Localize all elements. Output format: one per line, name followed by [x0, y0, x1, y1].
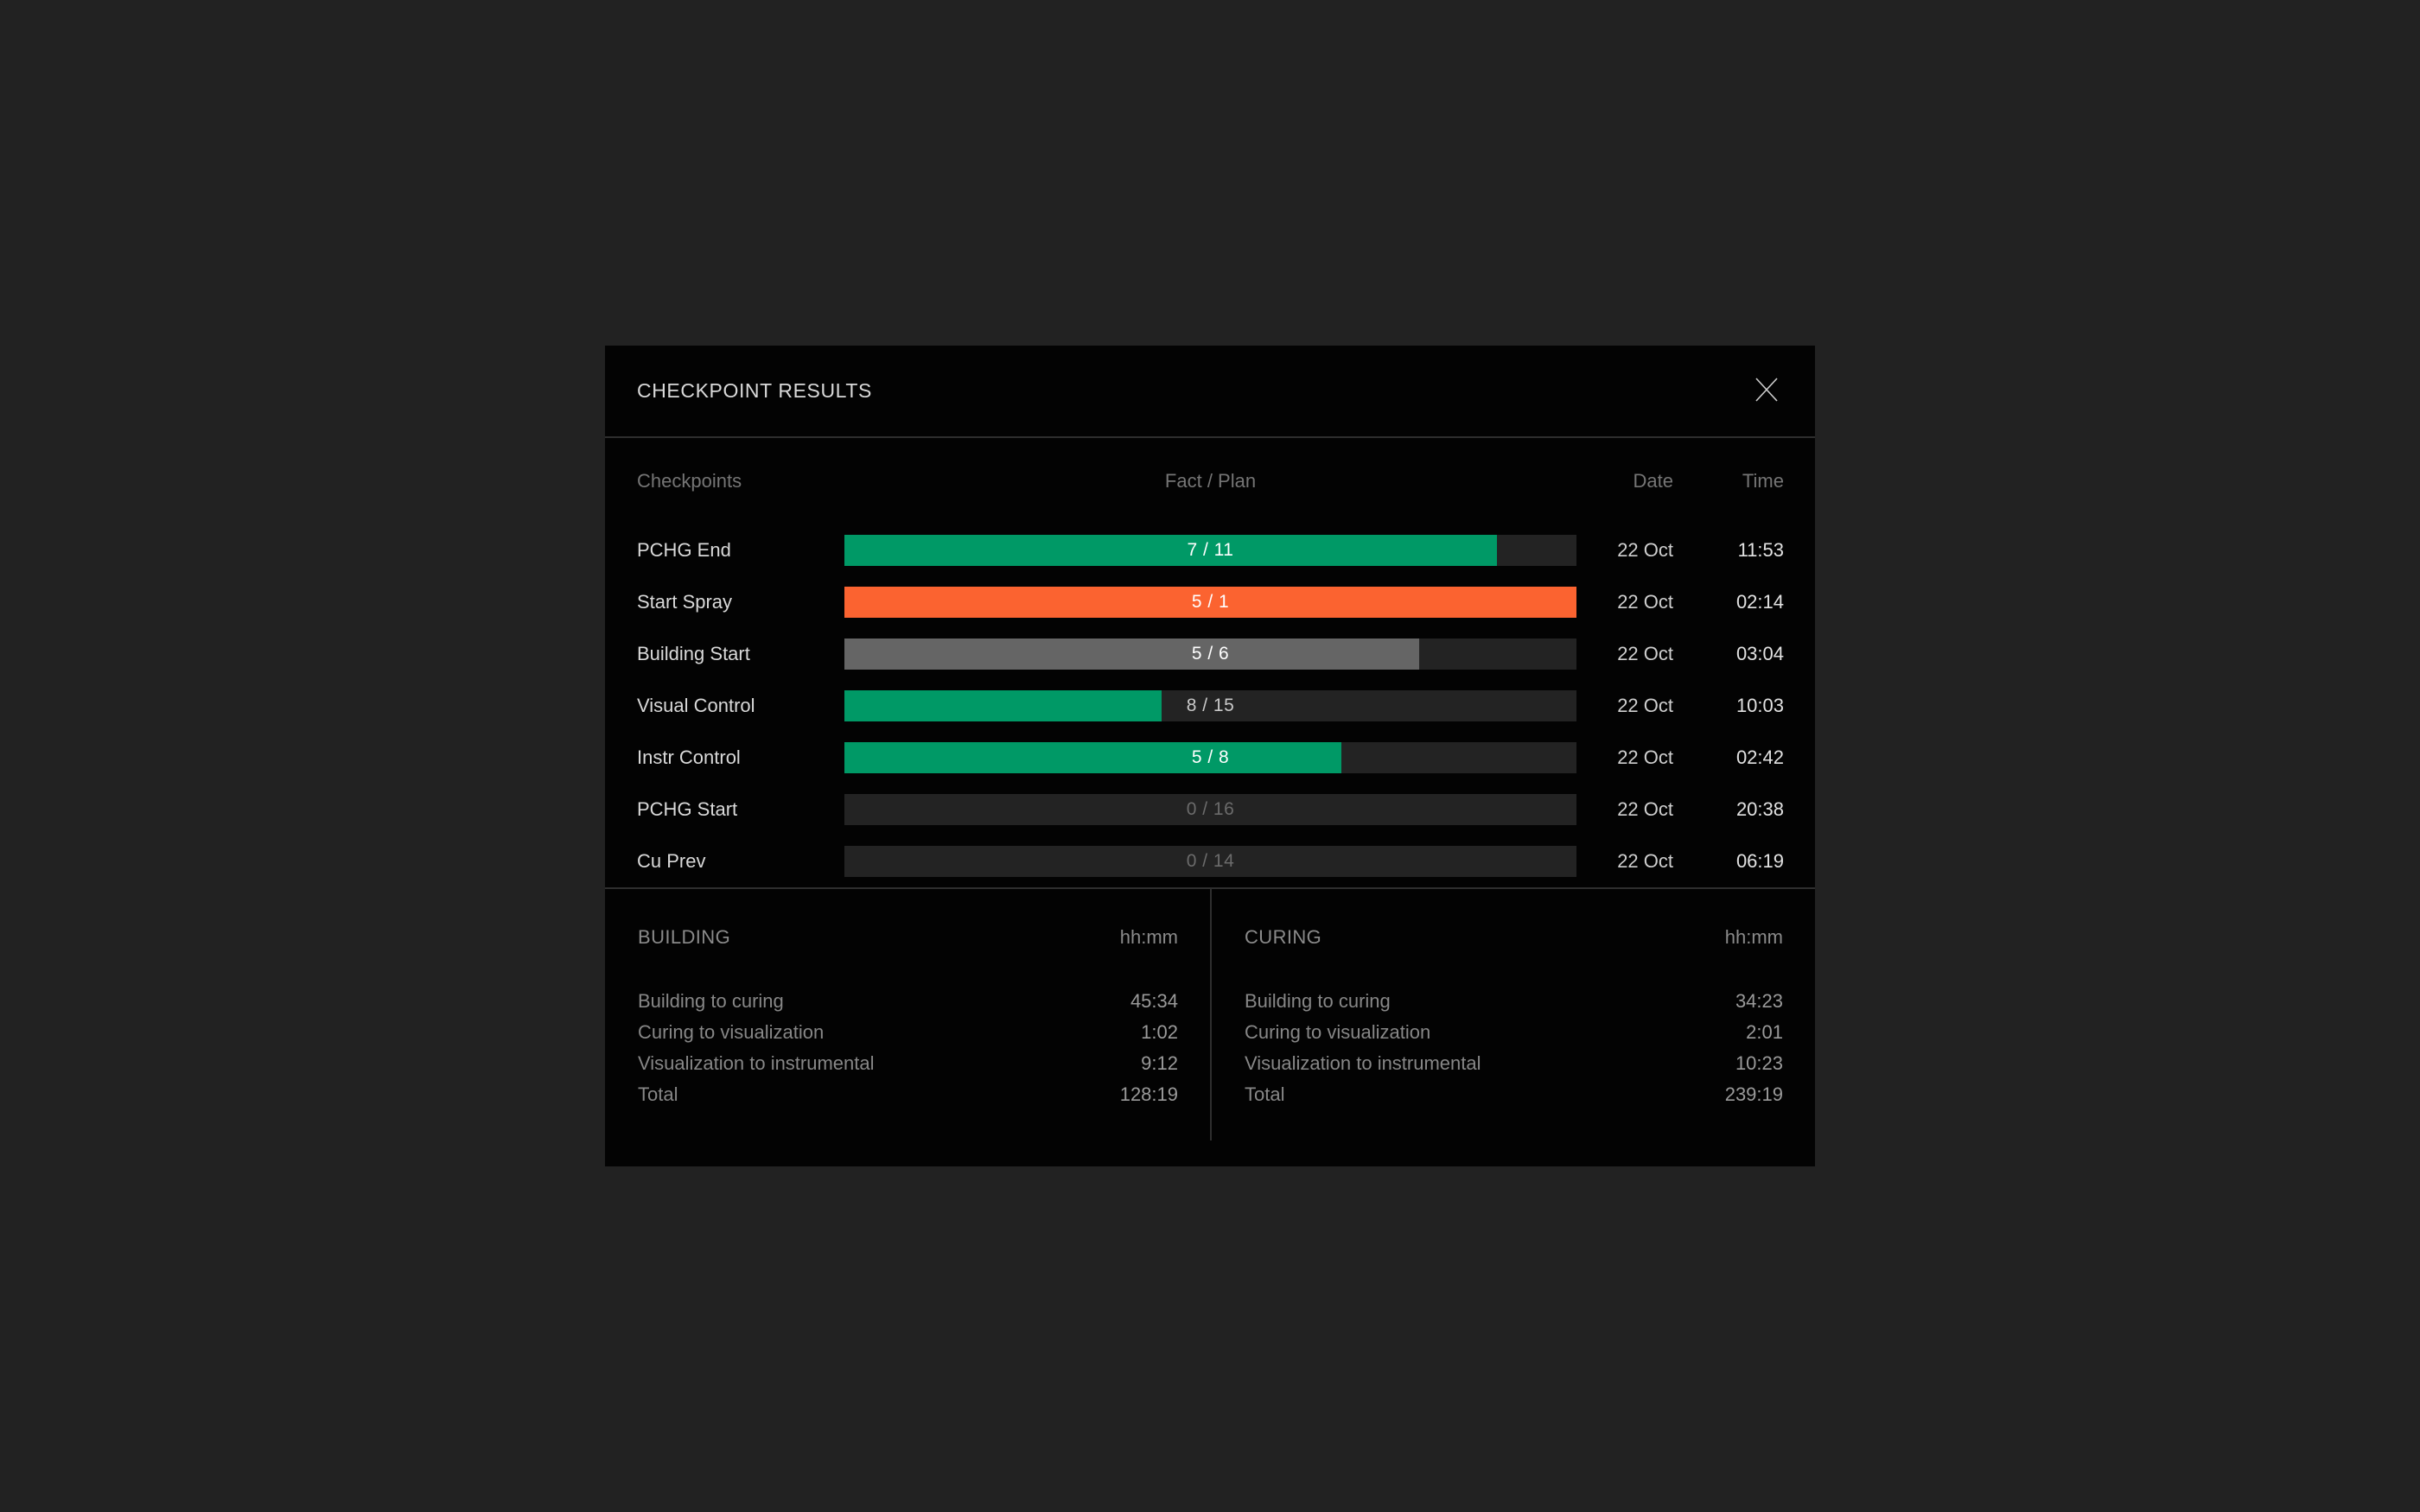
date-value: 22 Oct — [1617, 695, 1673, 716]
panel-row: Visualization to instrumental 9:12 — [638, 1048, 1178, 1079]
fact-plan-value: 5 / 8 — [1191, 747, 1230, 767]
table-row: PCHG Start 0 / 16 22 Oct 20:38 — [637, 784, 1784, 835]
close-icon — [1754, 378, 1779, 404]
progress-track: 5 / 8 — [844, 742, 1576, 773]
metric-value: 9:12 — [1141, 1052, 1178, 1074]
close-button[interactable] — [1748, 372, 1786, 410]
date-value: 22 Oct — [1617, 746, 1673, 768]
metric-label: Building to curing — [638, 990, 784, 1012]
metric-value: 1:02 — [1141, 1021, 1178, 1043]
panel-row: Total 128:19 — [638, 1079, 1178, 1110]
date-value: 22 Oct — [1617, 591, 1673, 613]
checkpoint-label: PCHG Start — [637, 798, 738, 820]
metric-value: 45:34 — [1130, 990, 1178, 1012]
fact-plan-value: 0 / 16 — [1186, 799, 1235, 819]
metric-label: Visualization to instrumental — [1245, 1052, 1481, 1074]
metric-label: Visualization to instrumental — [638, 1052, 875, 1074]
panel-unit-label: hh:mm — [1119, 926, 1178, 948]
summary-panels: BUILDING hh:mm Building to curing 45:34 … — [605, 889, 1815, 1140]
progress-fill — [844, 535, 1497, 566]
table-row: Instr Control 5 / 8 22 Oct 02:42 — [637, 732, 1784, 784]
panel-title: BUILDING — [638, 926, 731, 948]
time-value: 11:53 — [1737, 539, 1784, 561]
panel-row: Visualization to instrumental 10:23 — [1245, 1048, 1783, 1079]
progress-track: 5 / 1 — [844, 587, 1576, 618]
metric-label: Building to curing — [1245, 990, 1391, 1012]
modal-header: CHECKPOINT RESULTS — [605, 346, 1815, 438]
progress-track: 7 / 11 — [844, 535, 1576, 566]
progress-track: 8 / 15 — [844, 690, 1576, 721]
curing-panel-header: CURING hh:mm — [1245, 889, 1783, 986]
progress-track: 0 / 14 — [844, 846, 1576, 877]
checkpoints-table: Checkpoints Fact / Plan Date Time PCHG E… — [605, 438, 1815, 889]
metric-label: Curing to visualization — [1245, 1021, 1431, 1043]
progress-fill — [844, 742, 1342, 773]
column-header-date: Date — [1633, 470, 1673, 492]
time-value: 06:19 — [1735, 850, 1784, 872]
modal-title: CHECKPOINT RESULTS — [637, 379, 872, 402]
fact-plan-value: 7 / 11 — [1187, 540, 1234, 560]
table-column-headers: Checkpoints Fact / Plan Date Time — [637, 438, 1784, 524]
metric-value: 10:23 — [1735, 1052, 1783, 1074]
table-row: Building Start 5 / 6 22 Oct 03:04 — [637, 628, 1784, 680]
fact-plan-value: 5 / 6 — [1191, 644, 1230, 664]
progress-track: 0 / 16 — [844, 794, 1576, 825]
column-header-time: Time — [1742, 470, 1784, 492]
checkpoint-label: PCHG End — [637, 539, 731, 561]
progress-fill — [844, 690, 1162, 721]
date-value: 22 Oct — [1617, 798, 1673, 820]
checkpoint-label: Building Start — [637, 643, 750, 664]
panel-row: Curing to visualization 1:02 — [638, 1017, 1178, 1048]
fact-plan-value: 8 / 15 — [1186, 696, 1235, 715]
panel-title: CURING — [1245, 926, 1322, 948]
time-value: 20:38 — [1735, 798, 1784, 820]
metric-label: Total — [1245, 1083, 1285, 1105]
metric-label: Total — [638, 1083, 678, 1105]
metric-value: 2:01 — [1746, 1021, 1783, 1043]
time-value: 02:14 — [1735, 591, 1784, 613]
checkpoint-label: Start Spray — [637, 591, 733, 613]
panel-unit-label: hh:mm — [1724, 926, 1783, 948]
metric-value: 239:19 — [1724, 1083, 1783, 1105]
date-value: 22 Oct — [1617, 643, 1673, 664]
fact-plan-value: 0 / 14 — [1186, 851, 1235, 871]
metric-value: 34:23 — [1735, 990, 1783, 1012]
time-value: 02:42 — [1735, 746, 1784, 768]
building-panel: BUILDING hh:mm Building to curing 45:34 … — [605, 889, 1210, 1140]
metric-value: 128:19 — [1119, 1083, 1178, 1105]
table-row: Start Spray 5 / 1 22 Oct 02:14 — [637, 576, 1784, 628]
time-value: 10:03 — [1735, 695, 1784, 716]
column-header-checkpoints: Checkpoints — [637, 470, 742, 492]
date-value: 22 Oct — [1617, 850, 1673, 872]
curing-panel: CURING hh:mm Building to curing 34:23 Cu… — [1210, 889, 1815, 1140]
checkpoint-label: Visual Control — [637, 695, 755, 716]
table-row: Cu Prev 0 / 14 22 Oct 06:19 — [637, 835, 1784, 887]
checkpoint-results-modal: CHECKPOINT RESULTS Checkpoints Fact / Pl… — [605, 346, 1815, 1166]
date-value: 22 Oct — [1617, 539, 1673, 561]
progress-fill — [844, 638, 1419, 670]
checkpoint-label: Instr Control — [637, 746, 741, 768]
table-row: PCHG End 7 / 11 22 Oct 11:53 — [637, 524, 1784, 576]
building-panel-header: BUILDING hh:mm — [638, 889, 1178, 986]
progress-track: 5 / 6 — [844, 638, 1576, 670]
table-row: Visual Control 8 / 15 22 Oct 10:03 — [637, 680, 1784, 732]
panel-row: Total 239:19 — [1245, 1079, 1783, 1110]
panel-row: Curing to visualization 2:01 — [1245, 1017, 1783, 1048]
time-value: 03:04 — [1735, 643, 1784, 664]
metric-label: Curing to visualization — [638, 1021, 825, 1043]
panel-row: Building to curing 45:34 — [638, 986, 1178, 1017]
fact-plan-value: 5 / 1 — [1191, 592, 1230, 612]
checkpoint-label: Cu Prev — [637, 850, 706, 872]
panel-row: Building to curing 34:23 — [1245, 986, 1783, 1017]
column-header-fact-plan: Fact / Plan — [1164, 470, 1257, 492]
